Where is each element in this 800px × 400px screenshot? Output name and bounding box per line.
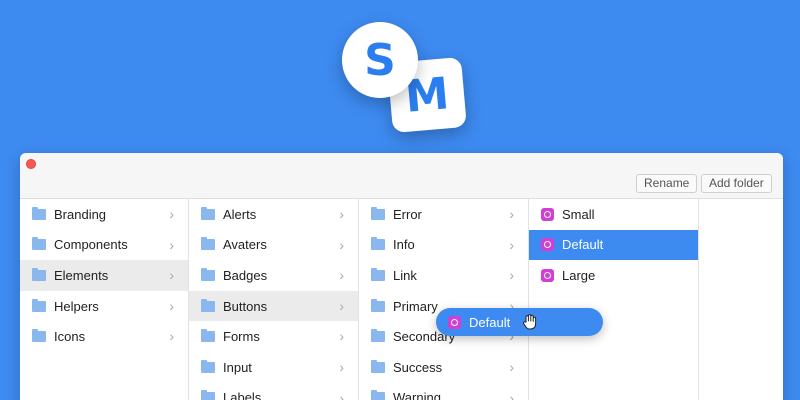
- item-label: Error: [393, 206, 422, 222]
- symbol-item-small[interactable]: Small: [529, 199, 698, 230]
- drag-preview[interactable]: Default: [436, 308, 603, 336]
- item-label: Large: [562, 267, 596, 283]
- chevron-right-icon: ›: [509, 358, 514, 375]
- folder-icon: [201, 298, 215, 312]
- chevron-right-icon: ›: [169, 267, 174, 284]
- app-window: Rename Add folder Branding › Components › …: [20, 153, 783, 400]
- list-item-buttons[interactable]: Buttons ›: [189, 290, 358, 322]
- list-item-icons[interactable]: Icons ›: [20, 321, 188, 352]
- item-label: Small: [562, 206, 595, 222]
- item-label: Labels: [223, 390, 262, 400]
- chevron-right-icon: ›: [339, 389, 344, 400]
- symbol-icon: [448, 315, 461, 329]
- column-2: Alerts › Avaters › Badges › Buttons › Forms ›…: [189, 199, 359, 400]
- folder-icon: [32, 267, 46, 281]
- item-label: Icons: [54, 329, 86, 345]
- chevron-right-icon: ›: [169, 297, 174, 314]
- folder-icon: [371, 390, 385, 400]
- item-label: Badges: [223, 267, 268, 283]
- chevron-right-icon: ›: [339, 358, 344, 375]
- symbol-item-default[interactable]: Default: [529, 229, 698, 261]
- item-label: Buttons: [223, 298, 268, 314]
- folder-icon: [201, 390, 215, 400]
- list-item-elements[interactable]: Elements ›: [20, 260, 188, 291]
- chevron-right-icon: ›: [339, 297, 344, 314]
- chevron-right-icon: ›: [509, 206, 514, 222]
- drag-preview-label: Default: [469, 314, 511, 330]
- close-window-button[interactable]: [26, 159, 36, 169]
- logo-s-badge: S: [342, 22, 418, 98]
- item-label: Forms: [223, 329, 260, 345]
- chevron-right-icon: ›: [339, 267, 344, 284]
- item-label: Input: [223, 359, 252, 375]
- chevron-right-icon: ›: [169, 328, 174, 345]
- folder-icon: [371, 359, 385, 373]
- add-folder-button[interactable]: Add folder: [701, 174, 772, 193]
- folder-icon: [201, 237, 215, 251]
- item-label: Primary: [393, 298, 438, 314]
- list-item-error[interactable]: Error ›: [359, 199, 528, 230]
- logo-s-letter: S: [364, 34, 396, 86]
- list-item-helpers[interactable]: Helpers ›: [20, 291, 188, 322]
- symbol-item-large[interactable]: Large: [529, 260, 698, 291]
- symbol-icon: [541, 268, 554, 282]
- item-label: Default: [562, 237, 604, 253]
- list-item-badges[interactable]: Badges ›: [189, 260, 358, 291]
- folder-icon: [32, 298, 46, 312]
- item-label: Components: [54, 237, 128, 253]
- grab-hand-icon: [523, 314, 537, 330]
- item-label: Branding: [54, 206, 107, 222]
- chevron-right-icon: ›: [169, 206, 174, 222]
- chevron-right-icon: ›: [509, 389, 514, 400]
- folder-icon: [32, 206, 46, 220]
- folder-icon: [371, 298, 385, 312]
- item-label: Warning: [393, 390, 441, 400]
- folder-icon: [32, 329, 46, 343]
- chevron-right-icon: ›: [509, 236, 514, 253]
- list-item-success[interactable]: Success ›: [359, 352, 528, 383]
- list-item-info[interactable]: Info ›: [359, 230, 528, 261]
- folder-icon: [32, 237, 46, 251]
- folder-icon: [371, 267, 385, 281]
- folder-icon: [201, 329, 215, 343]
- chevron-right-icon: ›: [509, 267, 514, 284]
- list-item-warning[interactable]: Warning ›: [359, 383, 528, 400]
- chevron-right-icon: ›: [339, 236, 344, 253]
- list-item-labels[interactable]: Labels ›: [189, 383, 358, 400]
- folder-icon: [201, 267, 215, 281]
- folder-icon: [201, 206, 215, 220]
- item-label: Helpers: [54, 298, 99, 314]
- item-label: Link: [393, 267, 417, 283]
- folder-icon: [201, 359, 215, 373]
- list-item-forms[interactable]: Forms ›: [189, 321, 358, 352]
- item-label: Elements: [54, 267, 109, 283]
- item-label: Avaters: [223, 237, 267, 253]
- item-label: Alerts: [223, 206, 257, 222]
- item-label: Success: [393, 359, 443, 375]
- list-item-avaters[interactable]: Avaters ›: [189, 230, 358, 261]
- symbol-icon: [541, 207, 554, 221]
- list-item-alerts[interactable]: Alerts ›: [189, 199, 358, 230]
- chevron-right-icon: ›: [169, 236, 174, 253]
- list-item-input[interactable]: Input ›: [189, 352, 358, 383]
- list-item-components[interactable]: Components ›: [20, 230, 188, 261]
- list-item-branding[interactable]: Branding ›: [20, 199, 188, 230]
- chevron-right-icon: ›: [339, 206, 344, 222]
- column-4: Small Default Large: [529, 199, 699, 400]
- item-label: Info: [393, 237, 415, 253]
- folder-icon: [371, 329, 385, 343]
- column-1: Branding › Components › Elements › Helpers ›…: [20, 199, 189, 400]
- chevron-right-icon: ›: [339, 328, 344, 345]
- column-3: Error › Info › Link › Primary › Secondary › S…: [359, 199, 529, 400]
- folder-icon: [371, 237, 385, 251]
- rename-button[interactable]: Rename: [636, 174, 698, 193]
- window-titlebar: Rename Add folder: [20, 153, 783, 199]
- symbol-icon: [541, 238, 554, 252]
- folder-icon: [371, 206, 385, 220]
- list-item-link[interactable]: Link ›: [359, 260, 528, 291]
